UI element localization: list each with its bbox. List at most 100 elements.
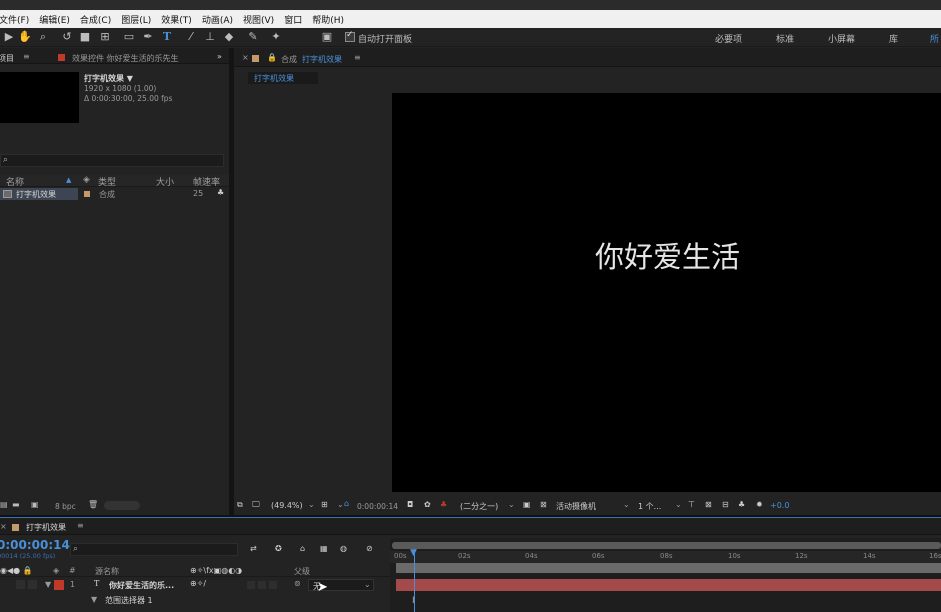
menu-edit[interactable]: 编辑(E) [34,13,75,26]
sub-row[interactable]: ▼ 范围选择器 1 [0,593,390,607]
switch-box-1[interactable] [247,581,255,589]
new-comp-icon[interactable]: ▣ [31,500,39,509]
workspace-all[interactable]: 所 [930,32,939,45]
video-toggle[interactable] [16,580,25,589]
auto-open-panel-checkbox[interactable] [345,30,355,42]
shy-layers-icon[interactable]: ⌂ [300,544,305,553]
camera-tool-icon[interactable]: ■ [78,30,92,44]
comp-tab-name[interactable]: 打字机效果 [302,54,342,65]
selection-tool-icon[interactable]: ▶ [2,30,16,44]
col-parent[interactable]: 父级 [294,566,310,577]
workspace-small-screen[interactable]: 小屏幕 [828,32,855,45]
brush-tool-icon[interactable]: ⁄ [184,30,198,44]
comp-subtab[interactable]: 打字机效果 [248,72,318,84]
eraser-tool-icon[interactable]: ◆ [222,30,236,44]
switch-box-3[interactable] [269,581,277,589]
zoom-tool-icon[interactable]: ⌕ [36,30,50,44]
graph-editor-icon[interactable]: ⊘ [366,544,373,553]
zoom-chevron-icon[interactable]: ⌄ [308,500,315,509]
work-area-bar[interactable] [392,542,941,549]
roto-brush-tool-icon[interactable]: ✎ [246,30,260,44]
col-source-name[interactable]: 源名称 [95,566,119,577]
sub-expand-arrow-icon[interactable]: ▼ [91,595,97,604]
rotate-tool-icon[interactable]: ↺ [60,30,74,44]
flowchart-icon[interactable]: ♣ [217,188,224,197]
views-dropdown[interactable]: 1 个... [638,501,661,512]
close-timeline-icon[interactable]: × [0,522,7,531]
col-name[interactable]: 名称 [6,175,24,188]
new-folder-icon[interactable]: ▬ [12,500,20,509]
menu-layer[interactable]: 图层(L) [116,13,156,26]
panel-toggle-icon[interactable]: ▣ [320,30,334,44]
type-tool-icon[interactable]: T [160,30,174,44]
sort-asc-icon[interactable]: ▲ [66,176,71,184]
bit-depth-button[interactable]: 8 bpc [55,502,76,511]
project-search-input[interactable]: ⌕ [0,154,224,167]
timeline-menu-icon[interactable]: ≡ [77,521,84,530]
layer-label-color[interactable] [54,580,64,590]
exposure-value[interactable]: +0.0 [770,501,789,510]
pan-behind-tool-icon[interactable]: ⊞ [98,30,112,44]
clone-stamp-tool-icon[interactable]: ⊥ [203,30,217,44]
timeline-icon[interactable]: ⊟ [722,500,729,509]
comp-menu-icon[interactable]: ≡ [354,53,361,62]
layer-duration-bar[interactable] [396,579,941,591]
menu-file[interactable]: 文件(F) [0,13,34,26]
menu-composition[interactable]: 合成(C) [75,13,116,26]
timeline-search-input[interactable]: ⌕ [70,543,238,556]
switch-box-2[interactable] [258,581,266,589]
safe-margins-icon[interactable]: ⊞ [321,500,328,509]
panel-overflow-icon[interactable]: » [217,52,222,61]
color-channel-icon[interactable]: ♣ [440,500,447,509]
motion-blur-icon[interactable]: ◍ [340,544,347,553]
interpret-footage-icon[interactable]: ▤ [0,500,8,509]
camera-dropdown[interactable]: 活动摄像机 [556,501,596,512]
playhead-handle-icon[interactable]: ▼ [410,548,417,558]
toggle-pixel-aspect-icon[interactable]: ⊤ [688,500,695,509]
rectangle-tool-icon[interactable]: ▭ [122,30,136,44]
comp-mini-flowchart-icon[interactable]: ⇄ [250,544,257,553]
snapshot-camera-icon[interactable]: ◘ [407,500,413,509]
show-snapshot-icon[interactable]: ✿ [424,500,431,509]
transparency-grid-icon[interactable]: ⊠ [540,500,547,509]
monitor-icon[interactable]: 🖵 [252,500,260,510]
expand-arrow-icon[interactable]: ▼ [45,580,51,589]
timeline-timecode[interactable]: 0:00:00:14 [0,538,70,552]
col-size[interactable]: 大小 [156,175,174,188]
project-item-row[interactable]: 打字机效果 合成 25 ♣ [0,188,229,200]
viewer-text[interactable]: 你好爱生活 [595,234,740,276]
draft-3d-icon[interactable]: ✪ [275,544,282,553]
comp-info-name[interactable]: 打字机效果 ▼ [84,73,133,84]
resolution-chevron-icon[interactable]: ⌄ [508,500,515,509]
puppet-pin-tool-icon[interactable]: ✦ [269,30,283,44]
viewer-timecode[interactable]: 0:00:00:14 [357,502,398,511]
region-of-interest-icon[interactable]: ▣ [523,500,531,509]
delete-trash-icon[interactable]: 🗑 [88,500,98,509]
time-graph[interactable]: ▼ [390,538,941,612]
label-color-swatch[interactable] [84,191,90,197]
grid-chevron-icon[interactable]: ⌄ [337,500,344,509]
layer-switches-icons[interactable]: ⊕✧/ [190,579,206,588]
col-fps[interactable]: 帧速率 [193,175,220,188]
mask-visibility-icon[interactable]: ⌂ [344,499,349,508]
fast-preview-icon[interactable]: ⊠ [705,500,712,509]
timeline-tab[interactable]: 打字机效果 [26,522,66,533]
menu-window[interactable]: 窗口 [279,13,307,26]
tab-effect-controls[interactable]: 效果控件 你好爱生活的乐先生 [72,53,179,64]
lock-icon[interactable]: 🔒 [267,53,277,62]
layer-row[interactable]: ▼ 1 T 你好爱生活的乐... ⊕✧/ ⊚ 无 ⌄ [0,578,390,592]
exposure-icon[interactable]: ✹ [756,500,763,509]
always-preview-icon[interactable]: ⧉ [237,500,243,510]
tab-project[interactable]: 项目 [0,53,14,64]
views-chevron-icon[interactable]: ⌄ [675,500,682,509]
camera-chevron-icon[interactable]: ⌄ [623,500,630,509]
panel-menu-icon[interactable]: ≡ [23,52,30,61]
flowchart-view-icon[interactable]: ♣ [738,500,745,509]
menu-help[interactable]: 帮助(H) [307,13,349,26]
comp-viewer[interactable]: 你好爱生活 [392,93,941,492]
close-tab-icon[interactable]: × [242,53,249,62]
layer-name[interactable]: 你好爱生活的乐... [109,580,174,591]
thumbnail-slider[interactable] [104,501,140,510]
menu-effect[interactable]: 效果(T) [156,13,197,26]
workspace-essentials[interactable]: 必要项 [715,32,742,45]
